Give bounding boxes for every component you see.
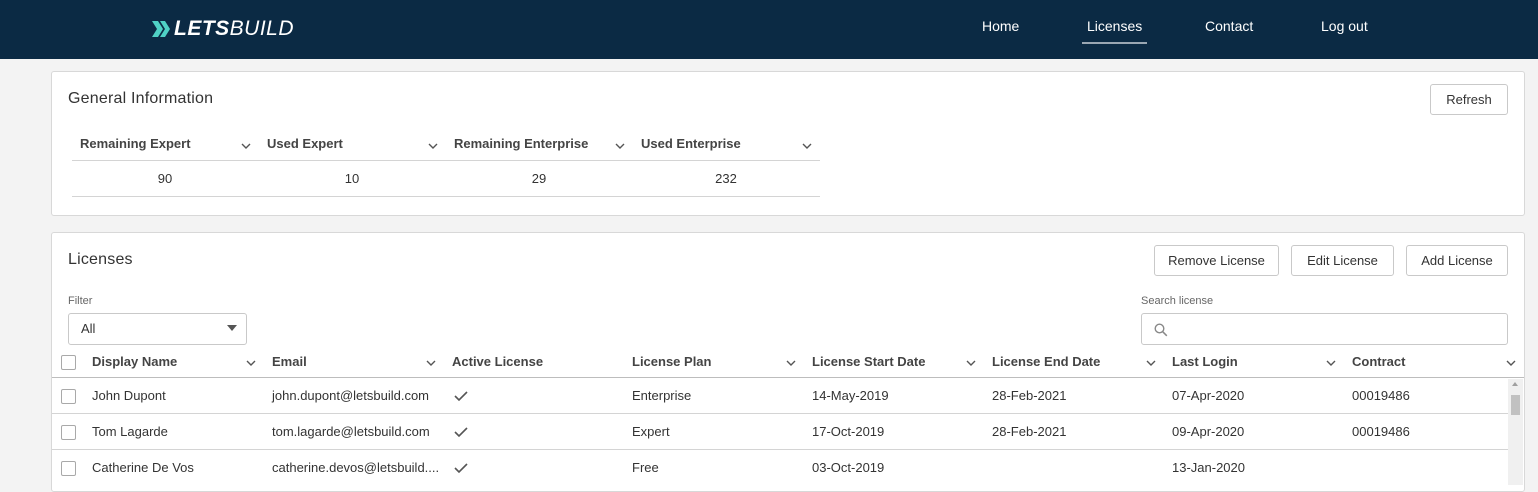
chevron-down-icon[interactable] (1146, 358, 1156, 368)
summary-bottom-divider (72, 196, 820, 197)
col-remaining-expert[interactable]: Remaining Expert (80, 136, 191, 152)
cell-last-login: 13-Jan-2020 (1172, 460, 1245, 475)
checkmark-icon (454, 391, 468, 402)
cell-end-date: 28-Feb-2021 (992, 388, 1067, 403)
col-used-enterprise[interactable]: Used Enterprise (641, 136, 741, 152)
cell-start-date: 17-Oct-2019 (812, 424, 885, 439)
nav-licenses[interactable]: Licenses (1081, 18, 1148, 44)
chevron-down-icon[interactable] (802, 141, 812, 151)
table-header-divider (52, 377, 1524, 378)
col-contract[interactable]: Contract (1352, 354, 1405, 369)
checkmark-icon (454, 427, 468, 438)
remaining-expert-value: 90 (157, 171, 173, 186)
cell-license-plan: Expert (632, 424, 670, 439)
search-license-label: Search license (1141, 295, 1214, 307)
cell-last-login: 09-Apr-2020 (1172, 424, 1245, 439)
cell-display-name: John Dupont (92, 388, 166, 403)
chevron-down-icon[interactable] (786, 358, 796, 368)
chevron-down-icon[interactable] (1506, 358, 1516, 368)
used-enterprise-value: 232 (715, 171, 737, 186)
col-license-start-date[interactable]: License Start Date (812, 354, 925, 369)
col-license-plan[interactable]: License Plan (632, 354, 711, 369)
add-license-button[interactable]: Add License (1406, 245, 1508, 276)
col-active-license[interactable]: Active License (452, 354, 543, 369)
checkmark-icon (454, 463, 468, 474)
chevron-down-icon[interactable] (241, 141, 251, 151)
chevron-down-icon[interactable] (615, 141, 625, 151)
top-navbar: LETSBUILD Home Licenses Contact Log out (0, 0, 1538, 59)
chevron-down-icon[interactable] (966, 358, 976, 368)
cell-license-plan: Free (632, 460, 659, 475)
edit-license-button[interactable]: Edit License (1291, 245, 1394, 276)
logo-chevrons-icon (152, 21, 170, 37)
cell-last-login: 07-Apr-2020 (1172, 388, 1245, 403)
search-license-input[interactable] (1141, 313, 1508, 345)
row-divider (52, 449, 1508, 450)
cell-contract: 00019486 (1352, 388, 1410, 403)
cell-end-date: 28-Feb-2021 (992, 424, 1067, 439)
general-information-title: General Information (68, 90, 214, 107)
used-expert-value: 10 (344, 171, 360, 186)
licenses-title: Licenses (68, 251, 133, 268)
nav-home[interactable]: Home (982, 18, 1019, 34)
cell-email: john.dupont@letsbuild.com (272, 388, 430, 403)
cell-start-date: 03-Oct-2019 (812, 460, 885, 475)
cell-display-name: Tom Lagarde (92, 424, 168, 439)
cell-display-name: Catherine De Vos (92, 460, 194, 475)
filter-label: Filter (68, 295, 93, 307)
col-remaining-enterprise[interactable]: Remaining Enterprise (454, 136, 588, 152)
row-checkbox[interactable] (61, 425, 76, 440)
scroll-up-arrow-icon[interactable] (1512, 382, 1518, 386)
col-used-expert[interactable]: Used Expert (267, 136, 343, 152)
logo-text: LETSBUILD (174, 17, 295, 40)
chevron-down-icon[interactable] (426, 358, 436, 368)
scroll-thumb[interactable] (1511, 395, 1520, 415)
cell-email: catherine.devos@letsbuild.... (272, 460, 440, 475)
nav-logout[interactable]: Log out (1321, 18, 1368, 34)
col-email[interactable]: Email (272, 354, 307, 369)
remaining-enterprise-value: 29 (531, 171, 547, 186)
refresh-button[interactable]: Refresh (1430, 84, 1508, 115)
col-last-login[interactable]: Last Login (1172, 354, 1238, 369)
filter-select[interactable]: All (68, 313, 247, 345)
col-display-name[interactable]: Display Name (92, 354, 177, 369)
filter-selected-value: All (81, 321, 96, 336)
row-checkbox[interactable] (61, 389, 76, 404)
col-license-end-date[interactable]: License End Date (992, 354, 1100, 369)
nav-contact[interactable]: Contact (1205, 18, 1253, 34)
table-scrollbar[interactable] (1508, 379, 1523, 485)
cell-email: tom.lagarde@letsbuild.com (272, 424, 430, 439)
chevron-down-icon[interactable] (428, 141, 438, 151)
caret-down-icon (227, 325, 237, 331)
chevron-down-icon[interactable] (1326, 358, 1336, 368)
remove-license-button[interactable]: Remove License (1154, 245, 1279, 276)
search-icon (1154, 323, 1168, 337)
cell-start-date: 14-May-2019 (812, 388, 889, 403)
letsbuild-logo[interactable]: LETSBUILD (150, 15, 294, 43)
row-checkbox[interactable] (61, 461, 76, 476)
cell-contract: 00019486 (1352, 424, 1410, 439)
cell-license-plan: Enterprise (632, 388, 692, 403)
select-all-checkbox[interactable] (61, 355, 76, 370)
summary-header-divider (72, 160, 820, 161)
row-divider (52, 413, 1508, 414)
chevron-down-icon[interactable] (246, 358, 256, 368)
